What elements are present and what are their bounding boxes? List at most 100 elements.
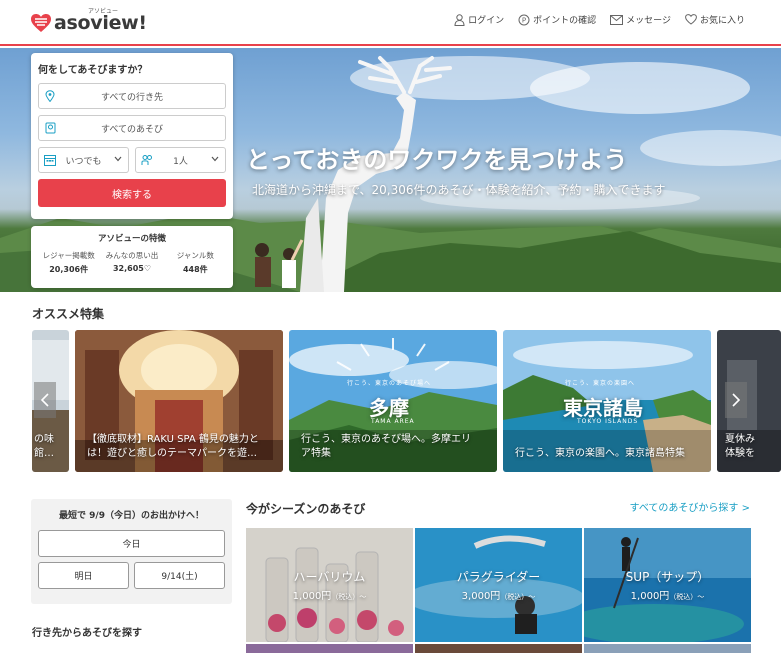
- stat-value: 20,306件: [49, 265, 89, 274]
- date-select[interactable]: いつでも: [38, 147, 129, 173]
- area-search-title: 行き先からあそびを探す: [32, 628, 142, 639]
- card-ruby-top: 行こう、東京のあそび場へ: [347, 380, 432, 387]
- messages-link[interactable]: メッセージ: [610, 13, 671, 26]
- activity-input[interactable]: すべてのあそび: [38, 115, 226, 141]
- date-buttons-row: 明日 9/14(土): [38, 562, 225, 589]
- favorites-link[interactable]: お気に入り: [685, 13, 745, 26]
- people-select[interactable]: 1人: [135, 147, 226, 173]
- heart-logo-icon: [31, 14, 51, 32]
- season-card-partial[interactable]: [246, 644, 413, 653]
- points-icon: P: [518, 14, 530, 25]
- hero-title: とっておきのワクワクを見つけよう: [246, 146, 628, 174]
- login-label: ログイン: [468, 16, 505, 26]
- card-ruby-top: 行こう、東京の楽園へ: [565, 380, 636, 387]
- season-card-partial[interactable]: [584, 644, 751, 653]
- season-card[interactable]: SUP（サップ） 1,000円（税込）～: [584, 528, 751, 642]
- season-card-image: [415, 528, 582, 642]
- features-panel: アソビューの特徴 レジャー掲載数 20,306件 みんなの思い出 32,605♡…: [31, 226, 233, 288]
- season-card-partial[interactable]: [415, 644, 582, 653]
- user-icon: [454, 13, 465, 26]
- quick-date-title: 最短で 9/9（今日）のお出かけへ！: [59, 511, 204, 521]
- card-caption: の味 館…: [34, 434, 54, 459]
- search-title: 何をしてあそびますか？: [38, 65, 148, 76]
- feature-card[interactable]: 行こう、東京の楽園へ 東京諸島 TOKYO ISLANDS 行こう、東京の楽園へ…: [503, 330, 711, 472]
- feature-stats: レジャー掲載数 20,306件 みんなの思い出 32,605♡ ジャンル数 44…: [37, 250, 227, 275]
- card-caption: 【徹底取材】RAKU SPA 鶴見の魅力と は！遊びと癒しのテーマパークを遊…: [87, 434, 259, 459]
- price-tax: （税込）～: [331, 593, 367, 601]
- stat-listings: レジャー掲載数 20,306件: [37, 250, 100, 275]
- hero-subtitle: 北海道から沖縄まで、20,306件のあそび・体験を紹介、予約・購入できます: [252, 183, 666, 197]
- carousel-next-button[interactable]: [725, 382, 747, 418]
- season-card-price: 1,000円（税込）～: [584, 587, 751, 602]
- quick-date-panel: 最短で 9/9（今日）のお出かけへ！ 今日 明日 9/14(土): [31, 499, 232, 604]
- location-pin-icon: [45, 90, 55, 102]
- recommended-title: オススメ特集: [32, 307, 105, 321]
- date-people-row: いつでも 1人: [38, 147, 226, 173]
- season-title: 今がシーズンのあそび: [246, 502, 366, 516]
- chevron-down-icon: [211, 156, 219, 162]
- saturday-button[interactable]: 9/14(土): [134, 562, 225, 589]
- card-ruby-bottom: TOKYO ISLANDS: [577, 418, 639, 425]
- price-tax: （税込）～: [500, 593, 536, 601]
- price-amount: 1,000円: [630, 591, 670, 602]
- price-amount: 3,000円: [461, 591, 501, 602]
- stat-value: 32,605♡: [112, 264, 152, 273]
- carousel-prev-button[interactable]: [34, 382, 56, 418]
- price-amount: 1,000円: [292, 591, 332, 602]
- features-title: アソビューの特徴: [97, 234, 166, 244]
- season-card-name: ハーバリウム: [293, 570, 366, 584]
- points-link[interactable]: P ポイントの確認: [518, 13, 596, 26]
- chevron-down-icon: [114, 156, 122, 162]
- destination-input[interactable]: すべての行き先: [38, 83, 226, 109]
- recommended-carousel: の味 館… 【徹底取材】RAKU SPA 鶴見の魅力と は！遊びと癒しのテーマパ…: [32, 330, 781, 472]
- season-card-image: [584, 528, 751, 642]
- search-button[interactable]: 検索する: [38, 179, 226, 207]
- season-card-name: パラグライダー: [456, 570, 541, 584]
- logo-text: asoview!: [54, 12, 147, 34]
- season-card[interactable]: ハーバリウム 1,000円（税込）～: [246, 528, 413, 642]
- stat-label: ジャンル数: [176, 251, 214, 260]
- logo-ruby: アソビュー: [88, 8, 119, 15]
- calendar-icon: [44, 155, 56, 166]
- stat-value: 448件: [182, 265, 208, 274]
- stat-genres: ジャンル数 448件: [164, 250, 227, 275]
- search-panel: 何をしてあそびますか？ すべての行き先 すべてのあそび いつでも 1人 検索する: [31, 53, 233, 219]
- stat-label: みんなの思い出: [105, 251, 159, 260]
- season-card-price: 3,000円（税込）～: [415, 587, 582, 602]
- chevron-left-icon: [41, 393, 49, 407]
- destination-placeholder: すべての行き先: [100, 92, 163, 103]
- card-caption: 夏休み 体験を: [725, 434, 755, 459]
- svg-text:P: P: [522, 16, 526, 24]
- login-link[interactable]: ログイン: [454, 13, 504, 26]
- see-all-link[interactable]: すべてのあそびから探す >: [630, 499, 750, 514]
- favorites-label: お気に入り: [699, 16, 745, 26]
- activity-icon: [45, 122, 56, 134]
- card-big-name: 多摩: [369, 396, 409, 420]
- header-nav: ログイン P ポイントの確認 メッセージ お気に入り: [454, 13, 745, 26]
- mail-icon: [610, 14, 624, 25]
- price-tax: （税込）～: [669, 593, 705, 601]
- people-icon: [141, 155, 152, 165]
- chevron-right-icon: [732, 393, 740, 407]
- today-button[interactable]: 今日: [38, 530, 225, 557]
- season-card-name: SUP（サップ）: [625, 570, 710, 584]
- season-card-image: [246, 528, 413, 642]
- logo[interactable]: asoview! アソビュー: [30, 8, 147, 34]
- points-label: ポイントの確認: [533, 16, 597, 26]
- messages-label: メッセージ: [626, 16, 671, 26]
- site-header: asoview! アソビュー ログイン P ポイントの確認 メッセージ お気に入…: [0, 0, 781, 46]
- tomorrow-button[interactable]: 明日: [38, 562, 129, 589]
- season-card-price: 1,000円（税込）～: [246, 587, 413, 602]
- stat-memories: みんなの思い出 32,605♡: [100, 250, 163, 275]
- card-caption: 行こう、東京のあそび場へ。多摩エリ ア特集: [301, 434, 471, 459]
- card-big-name: 東京諸島: [563, 396, 643, 420]
- people-value: 1人: [173, 156, 188, 167]
- card-caption: 行こう、東京の楽園へ。東京諸島特集: [515, 447, 685, 459]
- season-card[interactable]: パラグライダー 3,000円（税込）～: [415, 528, 582, 642]
- date-value: いつでも: [65, 156, 102, 167]
- stat-label: レジャー掲載数: [42, 251, 95, 260]
- activity-placeholder: すべてのあそび: [100, 124, 163, 135]
- feature-card[interactable]: 行こう、東京のあそび場へ 多摩 TAMA AREA 行こう、東京のあそび場へ。多…: [289, 330, 497, 472]
- heart-icon: [685, 14, 697, 25]
- feature-card[interactable]: 【徹底取材】RAKU SPA 鶴見の魅力と は！遊びと癒しのテーマパークを遊…: [75, 330, 283, 472]
